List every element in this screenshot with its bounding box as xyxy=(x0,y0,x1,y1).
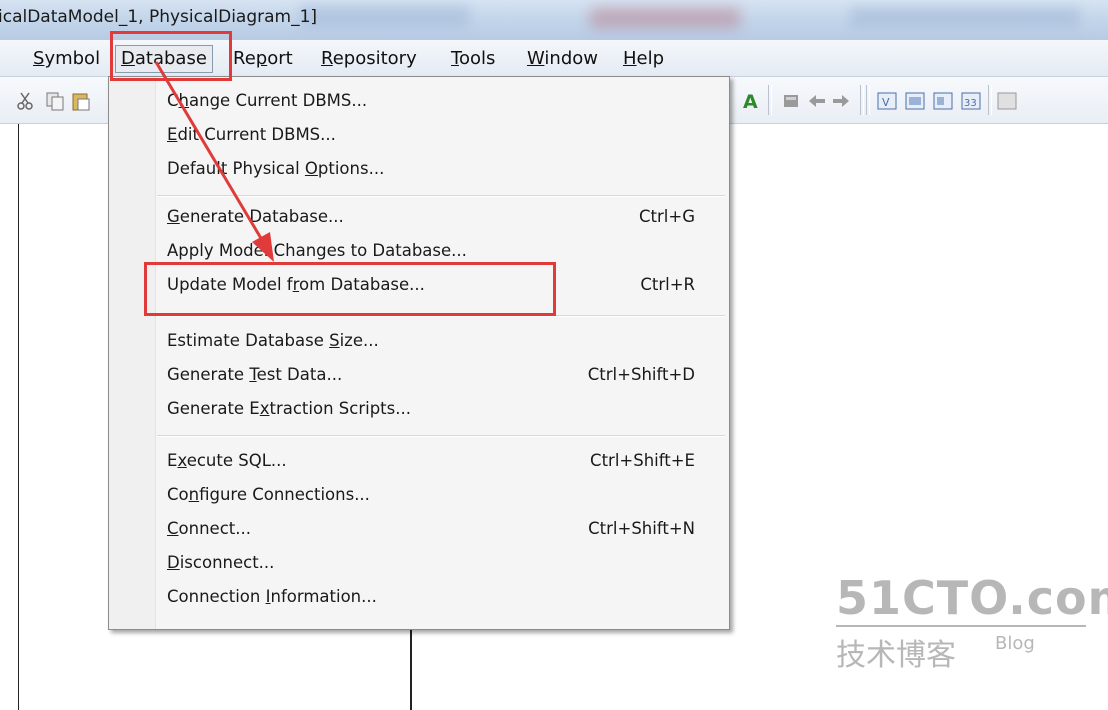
annotation-box-update-model xyxy=(144,262,556,316)
bookmark-icon[interactable] xyxy=(780,90,802,112)
menu-item-generate-database[interactable]: Generate Database... xyxy=(167,207,344,226)
menu-item-edit-current-dbms[interactable]: Edit Current DBMS... xyxy=(167,125,336,144)
canvas-border xyxy=(18,124,19,710)
menu-item-disconnect[interactable]: Disconnect... xyxy=(167,553,274,572)
shortcut-generate-database: Ctrl+G xyxy=(639,207,695,226)
shortcut-generate-test-data: Ctrl+Shift+D xyxy=(587,365,695,384)
menu-window[interactable]: Window xyxy=(522,46,603,72)
menu-separator xyxy=(157,435,725,437)
menu-item-generate-extraction-scripts[interactable]: Generate Extraction Scripts... xyxy=(167,399,411,418)
watermark-subtitle: 技术博客 xyxy=(836,638,956,673)
forward-arrow-icon[interactable] xyxy=(830,90,852,112)
menu-symbol[interactable]: Symbol xyxy=(28,46,105,72)
back-arrow-icon[interactable] xyxy=(806,90,828,112)
svg-text:33: 33 xyxy=(964,98,977,109)
view-2-icon[interactable] xyxy=(904,90,926,112)
svg-text:V: V xyxy=(882,96,890,109)
menu-tools[interactable]: Tools xyxy=(446,46,500,72)
watermark: 51CTO.com 技术博客 Blog xyxy=(836,571,1108,673)
shortcut-execute-sql: Ctrl+Shift+E xyxy=(590,451,695,470)
menu-help[interactable]: Help xyxy=(618,46,669,72)
menu-item-connection-information[interactable]: Connection Information... xyxy=(167,587,377,606)
menu-repository[interactable]: Repository xyxy=(316,46,422,72)
menu-item-configure-connections[interactable]: Configure Connections... xyxy=(167,485,370,504)
shortcut-connect: Ctrl+Shift+N xyxy=(588,519,695,538)
view-3-icon[interactable] xyxy=(932,90,954,112)
cut-icon[interactable] xyxy=(14,90,36,112)
view-5-icon[interactable] xyxy=(996,90,1018,112)
window-title: icalDataModel_1, PhysicalDiagram_1] xyxy=(0,7,318,27)
svg-text:A: A xyxy=(743,91,758,112)
text-color-icon[interactable]: A xyxy=(740,90,762,112)
menu-item-estimate-database-size[interactable]: Estimate Database Size... xyxy=(167,331,379,350)
menu-report[interactable]: Report xyxy=(228,46,298,72)
database-menu: Change Current DBMS... Edit Current DBMS… xyxy=(108,76,730,630)
menu-item-connect[interactable]: Connect... xyxy=(167,519,251,538)
menu-item-change-current-dbms[interactable]: Change Current DBMS... xyxy=(167,91,367,110)
menu-item-generate-test-data[interactable]: Generate Test Data... xyxy=(167,365,342,384)
watermark-blog: Blog xyxy=(995,633,1035,654)
watermark-logo: 51CTO.com xyxy=(836,571,1108,625)
annotation-box-database-menu xyxy=(110,31,232,81)
menu-item-apply-model-changes[interactable]: Apply Model Changes to Database... xyxy=(167,241,467,260)
menu-item-execute-sql[interactable]: Execute SQL... xyxy=(167,451,287,470)
menu-separator xyxy=(157,195,725,197)
menu-item-default-physical-options[interactable]: Default Physical Options... xyxy=(167,159,384,178)
copy-icon[interactable] xyxy=(44,90,66,112)
shortcut-update-model: Ctrl+R xyxy=(640,275,695,294)
view-1-icon[interactable]: V xyxy=(876,90,898,112)
menu-icon-gutter xyxy=(109,77,156,629)
view-4-icon[interactable]: 33 xyxy=(960,90,982,112)
paste-icon[interactable] xyxy=(70,90,92,112)
